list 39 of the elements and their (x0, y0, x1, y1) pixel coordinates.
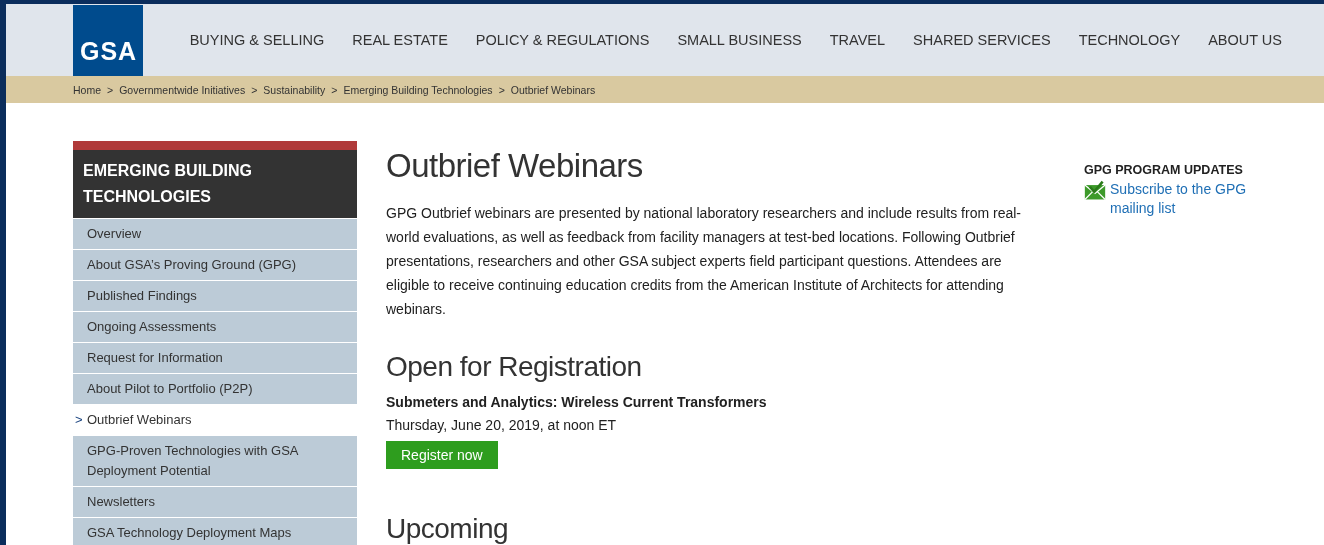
breadcrumb-separator: > (498, 83, 505, 96)
subscribe-link[interactable]: Subscribe to the GPG mailing list (1110, 180, 1284, 218)
nav-link[interactable]: TRAVEL (829, 32, 886, 48)
sidebar-item[interactable]: Overview (73, 219, 357, 249)
breadcrumb-link[interactable]: Outbrief Webinars (510, 83, 596, 96)
breadcrumb-link[interactable]: Governmentwide Initiatives (119, 83, 246, 96)
updates-title: GPG PROGRAM UPDATES (1084, 163, 1244, 177)
sidebar-item[interactable]: Published Findings (73, 281, 357, 311)
sidebar-item[interactable]: GPG-Proven Technologies with GSA Deployment Potential (73, 436, 357, 486)
breadcrumb-separator: > (107, 83, 114, 96)
nav-link[interactable]: REAL ESTATE (352, 32, 448, 48)
section-heading: Upcoming (386, 513, 510, 545)
event-date: Thursday, June 20, 2019, at noon ET (386, 416, 618, 435)
sidebar-item[interactable]: Request for Information (73, 343, 357, 373)
nav-link[interactable]: BUYING & SELLING (189, 32, 325, 48)
chevron-icon: > (75, 410, 83, 430)
nav-link[interactable]: SHARED SERVICES (913, 32, 1051, 48)
sidebar-title: EMERGING BUILDING TECHNOLOGIES (73, 150, 357, 218)
breadcrumb-link[interactable]: Emerging Building Technologies (343, 83, 493, 96)
sidebar-item[interactable]: Ongoing Assessments (73, 312, 357, 342)
register-button[interactable]: Register now (386, 441, 498, 469)
section-heading: Open for Registration (386, 351, 643, 383)
sidebar-item[interactable]: GSA Technology Deployment Maps (73, 518, 357, 545)
breadcrumb-separator: > (331, 83, 338, 96)
breadcrumb-link[interactable]: Sustainability (263, 83, 326, 96)
sidebar-item[interactable]: About Pilot to Portfolio (P2P) (73, 374, 357, 404)
breadcrumb-separator: > (251, 83, 258, 96)
intro-paragraph: GPG Outbrief webinars are presented by national laboratory researchers and include results from real-world evaluations, as well as feedback from facility managers at test-bed locations. Following Outbrief presentations, researchers and other GSA subject experts field participant questions. Attendees are eligible to receive continuing education credits from the American Institute of Architects for attending webinars. (386, 204, 1022, 319)
sidebar-item[interactable]: Newsletters (73, 487, 357, 517)
event-title: Submeters and Analytics: Wireless Current Transformers (386, 393, 768, 412)
sidebar-item[interactable]: About GSA’s Proving Ground (GPG) (73, 250, 357, 280)
breadcrumb-link[interactable]: Home (73, 83, 101, 96)
nav-link[interactable]: POLICY & REGULATIONS (475, 32, 650, 48)
nav-link[interactable]: TECHNOLOGY (1078, 32, 1181, 48)
gsa-logo[interactable]: GSA (73, 5, 143, 76)
envelope-check-icon (1084, 180, 1106, 202)
nav-link[interactable]: ABOUT US (1208, 32, 1282, 48)
page-title: Outbrief Webinars (386, 147, 644, 185)
nav-link[interactable]: SMALL BUSINESS (677, 32, 802, 48)
